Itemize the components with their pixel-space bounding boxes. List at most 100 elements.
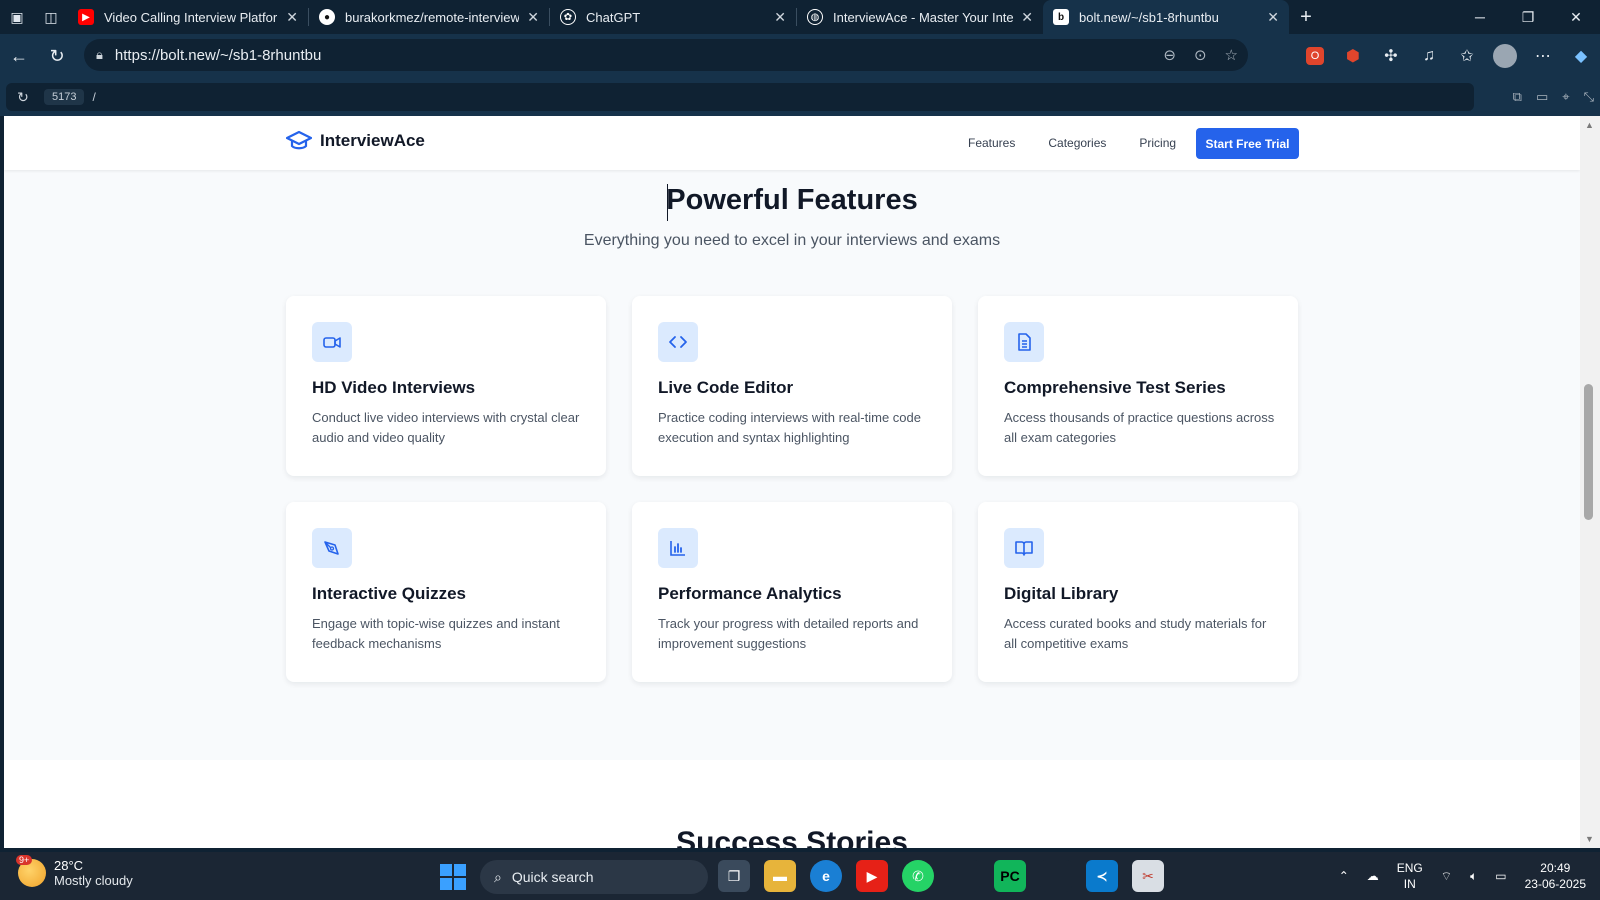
volume-icon[interactable]: 🔈︎ (1470, 869, 1477, 884)
task-view-icon[interactable]: ❐ (718, 860, 750, 892)
new-tab-button[interactable]: + (1289, 6, 1323, 29)
language-indicator[interactable]: ENG IN (1397, 860, 1423, 892)
globe-icon: ◍ (807, 9, 823, 25)
close-tab-icon[interactable]: ✕ (527, 9, 539, 26)
success-stories-title: Success Stories (676, 826, 908, 848)
nav-pricing[interactable]: Pricing (1139, 136, 1176, 150)
tab-bolt[interactable]: b bolt.new/~/sb1-8rhuntbu ✕ (1043, 0, 1289, 34)
edge-browser-icon[interactable]: e (810, 860, 842, 892)
brand-logo[interactable]: InterviewAce (286, 130, 425, 152)
tab-video-calling[interactable]: ▶ Video Calling Interview Platform: I ✕ (68, 0, 308, 34)
wifi-icon[interactable]: ⌔ (1441, 869, 1452, 884)
vertical-tabs-icon[interactable]: ◫ (34, 0, 68, 34)
adblock-icon[interactable]: ⬢ (1334, 46, 1372, 66)
tab-chatgpt[interactable]: ✿ ChatGPT ✕ (550, 0, 796, 34)
zoom-icon[interactable]: ⊖ (1163, 46, 1176, 64)
device-preview-icon[interactable]: ▭ (1536, 89, 1548, 105)
feature-card-analytics: Performance Analytics Track your progres… (632, 502, 952, 682)
restore-icon[interactable]: ❐ (1504, 0, 1552, 34)
site-navbar: InterviewAce Features Categories Pricing… (4, 116, 1580, 170)
reader-icon[interactable]: ⊙ (1194, 46, 1207, 64)
chatgpt-icon: ✿ (560, 9, 576, 25)
office-extension-icon[interactable]: O (1306, 47, 1324, 65)
feature-title: Live Code Editor (658, 378, 794, 397)
feature-title: HD Video Interviews (312, 378, 476, 397)
close-tab-icon[interactable]: ✕ (774, 9, 786, 26)
close-tab-icon[interactable]: ✕ (286, 9, 298, 26)
preview-reload-icon[interactable]: ↻ (6, 89, 40, 106)
browser-tab-strip: ▣ ◫ ▶ Video Calling Interview Platform: … (0, 0, 1600, 34)
nav-categories[interactable]: Categories (1048, 136, 1106, 150)
open-external-icon[interactable]: ⧉ (1513, 89, 1522, 105)
page-viewport: InterviewAce Features Categories Pricing… (4, 116, 1580, 848)
more-menu-icon[interactable]: ⋯ (1524, 46, 1562, 66)
extensions-icon[interactable]: ✣ (1372, 46, 1410, 66)
tab-interviewace[interactable]: ◍ InterviewAce - Master Your Interv ✕ (797, 0, 1043, 34)
vscode-icon[interactable]: ≺ (1086, 860, 1118, 892)
scrollbar-thumb[interactable] (1584, 384, 1593, 520)
code-icon (658, 322, 698, 362)
preview-url-box[interactable]: ↻ 5173 / (6, 83, 1474, 111)
start-free-trial-button[interactable]: Start Free Trial (1196, 128, 1299, 159)
weather-widget[interactable]: 9+ 28°C Mostly cloudy (16, 855, 133, 888)
weather-temp: 28°C (54, 858, 84, 873)
github-icon: ● (319, 9, 335, 25)
fullscreen-icon[interactable]: ⤡ (1584, 89, 1594, 105)
minimize-icon[interactable]: ─ (1456, 0, 1504, 34)
nav-features[interactable]: Features (968, 136, 1015, 150)
youtube-app-icon[interactable]: ▶ (856, 860, 888, 892)
features-section: Powerful Features Everything you need to… (4, 170, 1580, 746)
scroll-down-icon[interactable]: ▼ (1585, 834, 1594, 844)
feature-title: Digital Library (1004, 584, 1119, 603)
copilot-icon[interactable]: ◆ (1562, 46, 1600, 66)
media-icon[interactable]: ♫ (1410, 47, 1448, 65)
profile-avatar[interactable] (1493, 44, 1517, 68)
close-window-icon[interactable]: ✕ (1552, 0, 1600, 34)
page-scrollbar[interactable]: ▲ ▼ (1580, 116, 1600, 848)
weather-cloudy-icon: 9+ (16, 855, 46, 887)
taskbar-search[interactable]: ⌕ Quick search (480, 860, 708, 894)
tab-github[interactable]: ● burakorkmez/remote-interview-p ✕ (309, 0, 549, 34)
feature-description: Access thousands of practice questions a… (1004, 410, 1275, 445)
search-placeholder: Quick search (511, 869, 594, 885)
windows-start-icon[interactable] (440, 864, 466, 890)
lock-icon[interactable]: 🔒︎ (96, 47, 103, 63)
bolt-icon: b (1053, 9, 1069, 25)
show-hidden-icons[interactable]: ⌃ (1339, 869, 1349, 883)
favorite-star-icon[interactable]: ☆ (1225, 46, 1238, 64)
feature-description: Access curated books and study materials… (1004, 616, 1267, 651)
feature-card-tests: Comprehensive Test Series Access thousan… (978, 296, 1298, 476)
search-icon: ⌕ (494, 868, 502, 885)
scroll-up-icon[interactable]: ▲ (1585, 120, 1594, 130)
inspect-icon[interactable]: ⌖ (1562, 89, 1569, 105)
graduation-cap-icon (286, 130, 312, 150)
feature-card-library: Digital Library Access curated books and… (978, 502, 1298, 682)
whatsapp-icon[interactable]: ✆ (902, 860, 934, 892)
address-bar[interactable]: 🔒︎ https://bolt.new/~/sb1-8rhuntbu ⊖ ⊙ ☆ (84, 39, 1248, 71)
onedrive-icon[interactable]: ☁ (1367, 869, 1379, 883)
youtube-icon: ▶ (78, 9, 94, 25)
port-badge[interactable]: 5173 (44, 89, 85, 105)
feature-card-code: Live Code Editor Practice coding intervi… (632, 296, 952, 476)
close-tab-icon[interactable]: ✕ (1021, 9, 1033, 26)
favorites-icon[interactable]: ✩ (1448, 46, 1486, 66)
refresh-icon[interactable]: ↻ (38, 37, 76, 75)
pen-tool-icon (312, 528, 352, 568)
window-controls: ─ ❐ ✕ (1456, 0, 1600, 34)
brand-name: InterviewAce (320, 131, 425, 150)
workspaces-icon[interactable]: ▣ (0, 0, 34, 34)
snipping-tool-icon[interactable]: ✂ (1132, 860, 1164, 892)
bar-chart-icon (658, 528, 698, 568)
file-explorer-icon[interactable]: ▬ (764, 860, 796, 892)
preview-path[interactable]: / (92, 90, 95, 104)
feature-description: Engage with topic-wise quizzes and insta… (312, 616, 560, 651)
pycharm-icon[interactable]: PC (994, 860, 1026, 892)
system-tray: ⌃ ☁ ENG IN ⌔ 🔈︎ ▭ 20:49 23-06-2025 (1339, 852, 1586, 900)
clock[interactable]: 20:49 23-06-2025 (1525, 860, 1586, 892)
back-icon[interactable]: ← (0, 37, 38, 75)
battery-icon[interactable]: ▭ (1495, 869, 1506, 883)
preview-toolbar: ↻ 5173 / ⧉ ▭ ⌖ ⤡ (0, 78, 1600, 116)
feature-title: Performance Analytics (658, 584, 842, 603)
notification-badge: 9+ (16, 855, 33, 865)
close-tab-icon[interactable]: ✕ (1267, 9, 1279, 26)
